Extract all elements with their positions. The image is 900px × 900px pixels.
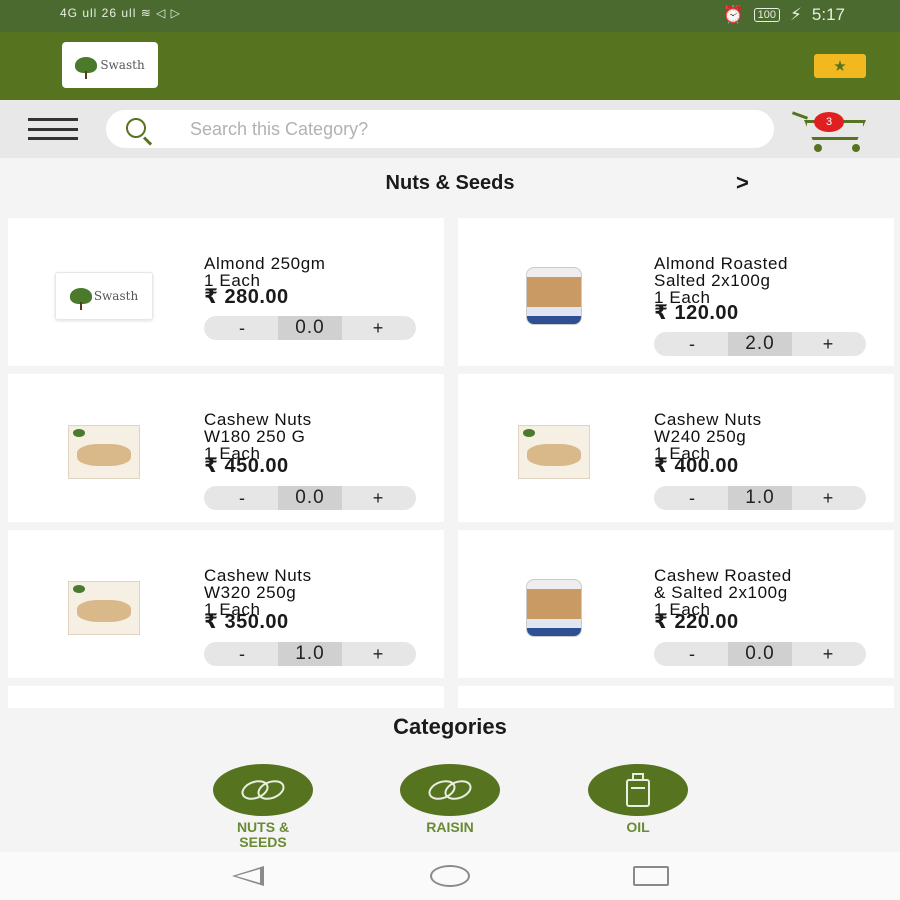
decrease-button[interactable]: -: [222, 316, 262, 340]
charging-icon: ⚡: [789, 5, 802, 24]
quantity-stepper: - 1.0 +: [204, 642, 416, 666]
offers-button[interactable]: ★: [814, 54, 866, 78]
cart-count-badge: 3: [814, 112, 844, 132]
category-nuts-seeds[interactable]: NUTS & SEEDS: [203, 764, 323, 850]
oil-can-icon[interactable]: [588, 764, 688, 816]
increase-button[interactable]: +: [358, 316, 398, 340]
home-icon[interactable]: [430, 865, 470, 887]
brand-logo[interactable]: Swasth: [62, 42, 158, 88]
product-card[interactable]: Swasth Almond 250gm 1 Each ₹ 280.00 - 0.…: [8, 218, 444, 366]
system-nav-bar: [0, 852, 900, 900]
product-card[interactable]: Cashew Nuts W320 250g 1 Each ₹ 350.00 - …: [8, 530, 444, 678]
signal-indicators: 4G ull 26 ull ≋ ◁ ▷: [60, 6, 181, 20]
star-ticket-icon: ★: [833, 58, 847, 75]
product-price: ₹ 450.00: [204, 455, 289, 477]
alarm-icon: ⏰: [722, 5, 744, 24]
battery-indicator: 100: [753, 8, 780, 22]
next-category-arrow[interactable]: >: [736, 170, 749, 196]
product-card[interactable]: Almond Roasted Salted 2x100g 1 Each ₹ 12…: [458, 218, 894, 366]
menu-icon[interactable]: [28, 118, 78, 140]
decrease-button[interactable]: -: [672, 642, 712, 666]
back-icon[interactable]: [232, 866, 264, 886]
search-input[interactable]: [190, 110, 750, 148]
quantity-stepper: - 0.0 +: [204, 316, 416, 340]
increase-button[interactable]: +: [808, 642, 848, 666]
product-card[interactable]: Cashew Roasted & Salted 2x100g 1 Each ₹ …: [458, 530, 894, 678]
quantity-value[interactable]: 0.0: [728, 642, 792, 666]
product-image[interactable]: [52, 418, 156, 486]
category-label: RAISIN: [426, 819, 474, 835]
quantity-value[interactable]: 2.0: [728, 332, 792, 356]
status-right: ⏰ 100 ⚡ 5:17: [722, 5, 845, 25]
app-header: Swasth ★: [0, 32, 900, 100]
product-image[interactable]: [502, 262, 606, 330]
decrease-button[interactable]: -: [672, 486, 712, 510]
product-grid: Swasth Almond 250gm 1 Each ₹ 280.00 - 0.…: [0, 214, 900, 708]
tree-logo-icon: [75, 57, 98, 79]
quantity-stepper: - 2.0 +: [654, 332, 866, 356]
product-image[interactable]: Swasth: [52, 262, 156, 330]
status-bar: 4G ull 26 ull ≋ ◁ ▷ ⏰ 100 ⚡ 5:17: [0, 0, 900, 32]
quantity-value[interactable]: 1.0: [278, 642, 342, 666]
product-image[interactable]: [502, 418, 606, 486]
quantity-stepper: - 0.0 +: [204, 486, 416, 510]
quantity-value[interactable]: 1.0: [728, 486, 792, 510]
product-price: ₹ 400.00: [654, 455, 739, 477]
product-image[interactable]: [52, 574, 156, 642]
product-card[interactable]: Cashew Nuts W240 250g 1 Each ₹ 400.00 - …: [458, 374, 894, 522]
quantity-stepper: - 0.0 +: [654, 642, 866, 666]
increase-button[interactable]: +: [358, 642, 398, 666]
tree-logo-icon: [69, 288, 92, 310]
product-card[interactable]: [458, 686, 894, 708]
product-price: ₹ 220.00: [654, 611, 739, 633]
product-image[interactable]: [502, 574, 606, 642]
category-raisin[interactable]: RAISIN: [390, 764, 510, 835]
category-label: NUTS & SEEDS: [236, 819, 290, 850]
product-price: ₹ 120.00: [654, 302, 739, 324]
nuts-icon[interactable]: [213, 764, 313, 816]
cart-icon: [791, 111, 809, 120]
search-bar[interactable]: [106, 110, 774, 148]
product-card[interactable]: Cashew Nuts W180 250 G 1 Each ₹ 450.00 -…: [8, 374, 444, 522]
increase-button[interactable]: +: [358, 486, 398, 510]
recent-apps-icon[interactable]: [633, 866, 669, 886]
decrease-button[interactable]: -: [222, 642, 262, 666]
clock: 5:17: [811, 5, 845, 24]
raisin-icon[interactable]: [400, 764, 500, 816]
increase-button[interactable]: +: [808, 486, 848, 510]
product-price: ₹ 350.00: [204, 611, 289, 633]
quantity-stepper: - 1.0 +: [654, 486, 866, 510]
search-row: 3: [0, 100, 900, 158]
quantity-value[interactable]: 0.0: [278, 316, 342, 340]
quantity-value[interactable]: 0.0: [278, 486, 342, 510]
category-label: OIL: [626, 819, 650, 835]
product-card[interactable]: [8, 686, 444, 708]
cart-button[interactable]: 3: [790, 108, 882, 154]
categories-title: Categories: [393, 714, 507, 739]
product-price: ₹ 280.00: [204, 286, 289, 308]
search-icon[interactable]: [126, 118, 146, 138]
decrease-button[interactable]: -: [672, 332, 712, 356]
category-oil[interactable]: OIL: [578, 764, 698, 835]
decrease-button[interactable]: -: [222, 486, 262, 510]
category-title: Nuts & Seeds: [385, 172, 515, 194]
brand-logo-text: Swasth: [100, 58, 145, 72]
categories-panel: Categories NUTS & SEEDS RAISIN OIL: [0, 708, 900, 852]
increase-button[interactable]: +: [808, 332, 848, 356]
